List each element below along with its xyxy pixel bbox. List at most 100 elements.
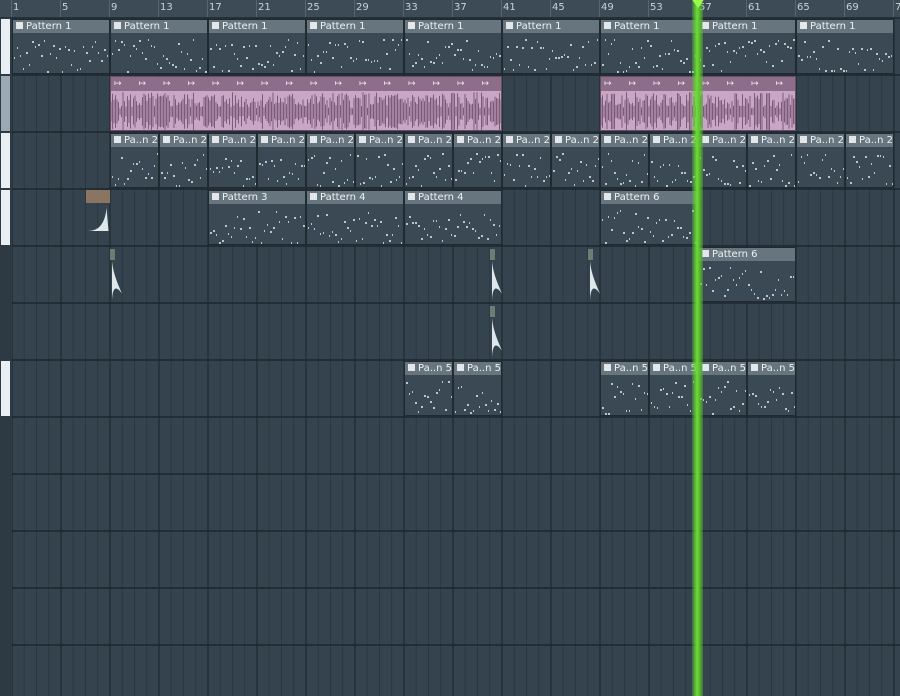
pattern-clip[interactable]: Pattern 4 — [404, 190, 502, 245]
playhead[interactable] — [692, 0, 703, 696]
clip-header[interactable]: Pa..n 5 — [454, 362, 501, 375]
note — [718, 277, 720, 279]
pattern-clip[interactable]: Pattern 4 — [306, 190, 404, 245]
pattern-clip[interactable]: Pa..n 2 — [698, 133, 747, 188]
automation-clip[interactable] — [110, 247, 123, 302]
clip-header[interactable]: Pattern 3 — [209, 191, 305, 204]
note — [507, 163, 508, 165]
clip-header[interactable]: Pattern 6 — [699, 248, 795, 261]
note — [674, 49, 675, 51]
audio-clip[interactable]: ↦ ↦ ↦ ↦ — [600, 76, 698, 131]
note — [130, 170, 132, 172]
note — [828, 40, 830, 42]
pattern-clip[interactable]: Pa..n 2 — [453, 133, 502, 188]
pattern-clip[interactable]: Pa..n 2 — [306, 133, 355, 188]
pattern-clip[interactable]: Pa..n 2 — [747, 133, 796, 188]
clip-header[interactable]: Pa..n 2 — [160, 134, 207, 147]
automation-clip[interactable] — [85, 190, 110, 245]
automation-clip[interactable] — [587, 247, 600, 302]
pattern-clip[interactable]: Pa..n 2 — [600, 133, 649, 188]
pattern-clip[interactable]: Pa..n 2 — [355, 133, 404, 188]
clip-header[interactable]: Pa..n 2 — [454, 134, 501, 147]
audio-clip[interactable]: ↦ ↦ ↦ ↦ — [698, 76, 796, 131]
clip-header[interactable]: Pattern 1 — [797, 20, 893, 33]
clip-header[interactable]: Pattern 1 — [405, 20, 501, 33]
pattern-clip[interactable]: Pattern 1 — [306, 19, 404, 74]
clip-header[interactable]: Pattern 1 — [111, 20, 207, 33]
pattern-clip[interactable]: Pattern 1 — [600, 19, 698, 74]
clip-header[interactable]: Pa..n 5 — [748, 362, 795, 375]
audio-clip[interactable]: ↦ ↦ ↦ ↦ ↦ ↦ ↦ ↦ ↦ ↦ ↦ ↦ ↦ ↦ ↦ ↦ — [110, 76, 502, 131]
pattern-clip[interactable]: Pa..n 2 — [404, 133, 453, 188]
clip-header[interactable]: Pa..n 2 — [356, 134, 403, 147]
clip-header[interactable]: ↦ ↦ ↦ ↦ — [699, 77, 795, 91]
pattern-clip[interactable]: Pattern 6 — [600, 190, 698, 245]
clip-header[interactable]: Pa..n 2 — [209, 134, 256, 147]
note — [819, 177, 821, 179]
note — [678, 396, 680, 398]
pattern-clip[interactable]: Pa..n 2 — [257, 133, 306, 188]
pattern-clip[interactable]: Pa..n 2 — [551, 133, 600, 188]
playhead-marker-icon[interactable] — [691, 0, 705, 8]
clip-header[interactable]: Pattern 1 — [601, 20, 697, 33]
note — [457, 49, 459, 51]
pattern-icon — [800, 136, 807, 143]
clip-header[interactable]: Pattern 1 — [699, 20, 795, 33]
pattern-clip[interactable]: Pa..n 2 — [502, 133, 551, 188]
pattern-clip[interactable]: Pa..n 5 — [649, 361, 698, 416]
clip-header[interactable]: Pa..n 2 — [797, 134, 844, 147]
pattern-clip[interactable]: Pattern 1 — [12, 19, 110, 74]
clip-header[interactable]: Pattern 6 — [601, 191, 697, 204]
automation-clip[interactable] — [489, 247, 502, 302]
clip-header[interactable]: Pa..n 2 — [307, 134, 354, 147]
pattern-clip[interactable]: Pa..n 2 — [110, 133, 159, 188]
clip-header[interactable]: Pa..n 2 — [111, 134, 158, 147]
clip-header[interactable]: Pattern 1 — [209, 20, 305, 33]
pattern-clip[interactable]: Pa..n 2 — [845, 133, 894, 188]
clip-header[interactable]: ↦ ↦ ↦ ↦ — [601, 77, 697, 91]
clip-header[interactable]: Pa..n 2 — [846, 134, 893, 147]
pattern-clip[interactable]: Pattern 1 — [796, 19, 894, 74]
pattern-clip[interactable]: Pa..n 5 — [698, 361, 747, 416]
clip-header[interactable]: Pa..n 2 — [503, 134, 550, 147]
clip-header[interactable]: Pa..n 2 — [552, 134, 599, 147]
pattern-clip[interactable]: Pattern 3 — [208, 190, 306, 245]
clip-header[interactable]: Pa..n 2 — [748, 134, 795, 147]
note — [308, 44, 309, 46]
pattern-clip[interactable]: Pa..n 2 — [159, 133, 208, 188]
clip-header[interactable]: ↦ ↦ ↦ ↦ ↦ ↦ ↦ ↦ ↦ ↦ ↦ ↦ ↦ ↦ ↦ ↦ — [111, 77, 501, 91]
pattern-clip[interactable]: Pattern 1 — [208, 19, 306, 74]
pattern-clip[interactable]: Pa..n 5 — [453, 361, 502, 416]
pattern-clip[interactable]: Pattern 1 — [404, 19, 502, 74]
clip-header[interactable]: Pa..n 2 — [601, 134, 648, 147]
clip-header[interactable]: Pa..n 2 — [699, 134, 746, 147]
automation-clip[interactable] — [489, 304, 502, 359]
pattern-clip[interactable]: Pa..n 5 — [404, 361, 453, 416]
clip-header[interactable]: Pattern 1 — [13, 20, 109, 33]
pattern-clip[interactable]: Pa..n 5 — [600, 361, 649, 416]
pattern-clip[interactable]: Pattern 1 — [110, 19, 208, 74]
playlist-window[interactable]: 15913172125293337414549535761656973 Patt… — [0, 0, 900, 696]
pattern-clip[interactable]: Pa..n 2 — [649, 133, 698, 188]
clip-header[interactable]: Pa..n 5 — [405, 362, 452, 375]
pattern-clip[interactable]: Pa..n 5 — [747, 361, 796, 416]
pattern-clip[interactable]: Pattern 1 — [698, 19, 796, 74]
pattern-clip[interactable]: Pa..n 2 — [208, 133, 257, 188]
pattern-clip[interactable]: Pattern 1 — [502, 19, 600, 74]
pattern-clip[interactable]: Pa..n 2 — [796, 133, 845, 188]
note — [457, 226, 459, 228]
note — [276, 211, 277, 213]
note — [470, 412, 472, 414]
clip-header[interactable]: Pa..n 2 — [405, 134, 452, 147]
clip-header[interactable]: Pattern 1 — [307, 20, 403, 33]
clip-header[interactable]: Pa..n 5 — [699, 362, 746, 375]
clip-header[interactable]: Pa..n 2 — [258, 134, 305, 147]
pattern-icon — [506, 22, 513, 29]
clip-header[interactable]: Pa..n 5 — [650, 362, 697, 375]
clip-header[interactable]: Pattern 4 — [307, 191, 403, 204]
clip-header[interactable]: Pa..n 5 — [601, 362, 648, 375]
pattern-clip[interactable]: Pattern 6 — [698, 247, 796, 302]
clip-header[interactable]: Pa..n 2 — [650, 134, 697, 147]
clip-header[interactable]: Pattern 1 — [503, 20, 599, 33]
clip-header[interactable]: Pattern 4 — [405, 191, 501, 204]
